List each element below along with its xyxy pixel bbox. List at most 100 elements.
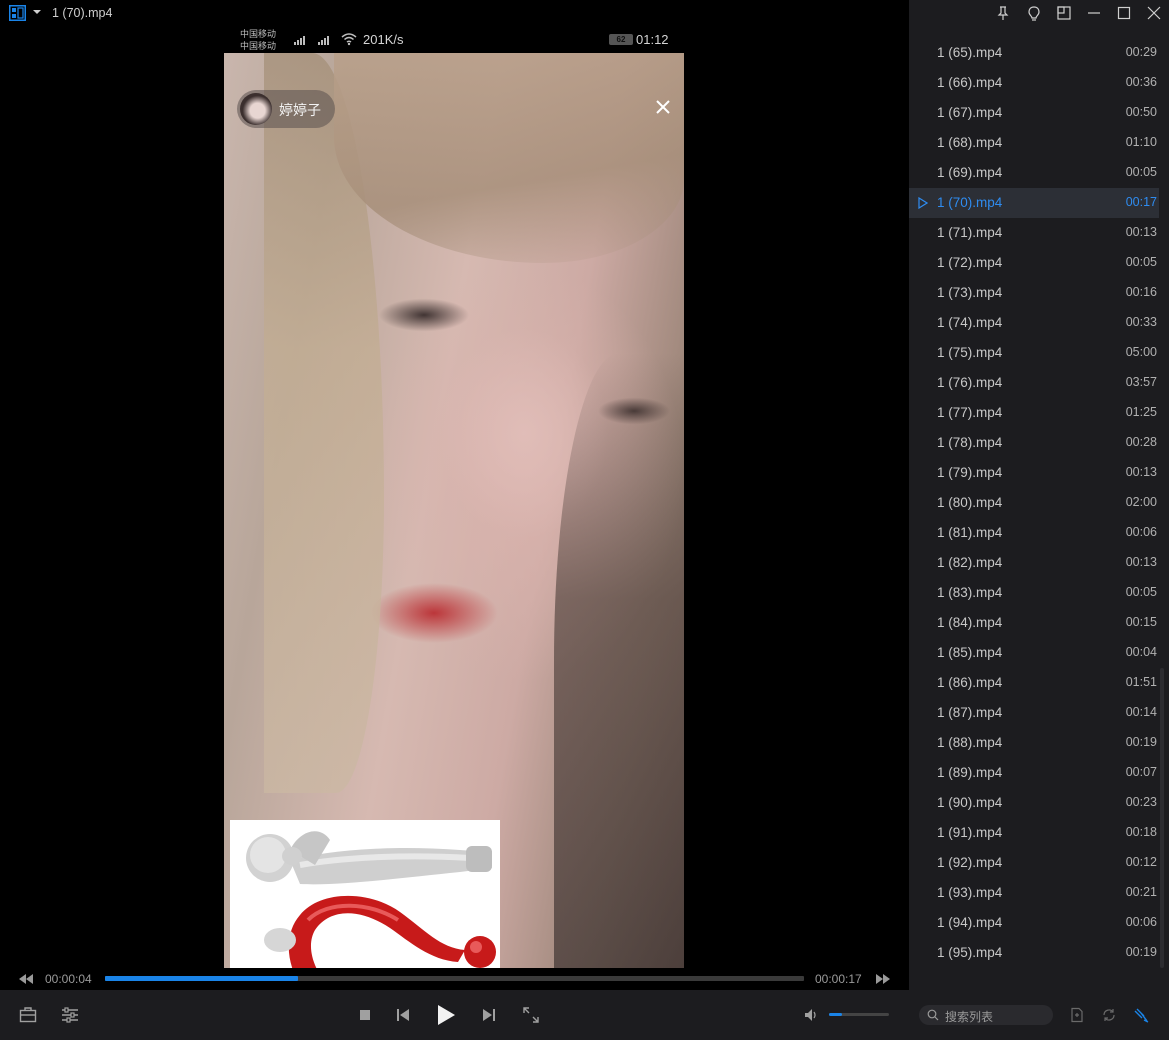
control-bar (0, 990, 909, 1040)
playlist-item[interactable]: 1 (75).mp4 05:00 (909, 338, 1159, 368)
avatar (240, 93, 272, 125)
play-icon[interactable] (436, 1004, 456, 1026)
playlist-item-name: 1 (93).mp4 (937, 885, 1003, 900)
battery-icon: 62 (609, 34, 633, 45)
playlist-item[interactable]: 1 (80).mp4 02:00 (909, 488, 1159, 518)
playlist-item-name: 1 (81).mp4 (937, 525, 1003, 540)
playlist-item[interactable]: 1 (68).mp4 01:10 (909, 128, 1159, 158)
playlist-item[interactable]: 1 (73).mp4 00:16 (909, 278, 1159, 308)
minimize-icon[interactable] (1086, 5, 1102, 21)
playlist-item[interactable]: 1 (70).mp4 00:17 (909, 188, 1159, 218)
playlist-item[interactable]: 1 (85).mp4 00:04 (909, 638, 1159, 668)
settings-sliders-icon[interactable] (61, 1006, 79, 1024)
playlist-item-duration: 00:06 (1125, 525, 1157, 539)
phone-clock: 01:12 (636, 32, 669, 47)
playlist-item-name: 1 (76).mp4 (937, 375, 1003, 390)
playlist-item[interactable]: 1 (91).mp4 00:18 (909, 818, 1159, 848)
playlist-item[interactable]: 1 (86).mp4 01:51 (909, 668, 1159, 698)
playlist-item-duration: 00:15 (1125, 615, 1157, 629)
window-controls (909, 0, 1169, 28)
playlist-item[interactable]: 1 (77).mp4 01:25 (909, 398, 1159, 428)
mini-mode-icon[interactable] (1056, 5, 1072, 21)
playlist-item-duration: 00:36 (1125, 75, 1157, 89)
playlist-item-name: 1 (65).mp4 (937, 45, 1003, 60)
playlist-item-name: 1 (88).mp4 (937, 735, 1003, 750)
playlist-item-name: 1 (73).mp4 (937, 285, 1003, 300)
close-icon (656, 100, 670, 114)
playlist-panel: 1 (65).mp4 00:29 1 (66).mp4 00:36 1 (67).mp4… (909, 0, 1169, 1040)
playlist-item[interactable]: 1 (93).mp4 00:21 (909, 878, 1159, 908)
fast-forward-icon[interactable] (875, 973, 891, 985)
seek-bar[interactable] (105, 976, 804, 981)
clear-list-icon[interactable] (1133, 1007, 1149, 1023)
playlist-item[interactable]: 1 (83).mp4 00:05 (909, 578, 1159, 608)
app-logo-icon[interactable] (9, 5, 26, 21)
playlist-item[interactable]: 1 (87).mp4 00:14 (909, 698, 1159, 728)
playlist-item[interactable]: 1 (88).mp4 00:19 (909, 728, 1159, 758)
playlist-item[interactable]: 1 (74).mp4 00:33 (909, 308, 1159, 338)
playlist-file-icon[interactable] (1069, 1007, 1085, 1023)
playlist-item-name: 1 (92).mp4 (937, 855, 1003, 870)
fullscreen-icon[interactable] (523, 1007, 539, 1023)
playlist-item[interactable]: 1 (95).mp4 00:19 (909, 938, 1159, 968)
playlist-scrollbar[interactable] (1159, 38, 1165, 968)
menu-dropdown-icon[interactable] (31, 6, 43, 18)
playlist-item-name: 1 (78).mp4 (937, 435, 1003, 450)
playlist-item-duration: 00:33 (1125, 315, 1157, 329)
previous-icon[interactable] (396, 1007, 410, 1023)
playlist-item-name: 1 (91).mp4 (937, 825, 1003, 840)
playlist-item-name: 1 (90).mp4 (937, 795, 1003, 810)
playlist-item[interactable]: 1 (72).mp4 00:05 (909, 248, 1159, 278)
playlist-item-name: 1 (82).mp4 (937, 555, 1003, 570)
playlist-item[interactable]: 1 (76).mp4 03:57 (909, 368, 1159, 398)
maximize-icon[interactable] (1116, 5, 1132, 21)
playlist-item[interactable]: 1 (71).mp4 00:13 (909, 218, 1159, 248)
playlist-item-duration: 00:28 (1125, 435, 1157, 449)
volume-slider[interactable] (829, 1013, 889, 1016)
playlist-item[interactable]: 1 (65).mp4 00:29 (909, 38, 1159, 68)
playlist-item-duration: 00:21 (1125, 885, 1157, 899)
toolbox-icon[interactable] (19, 1006, 37, 1024)
playlist-item[interactable]: 1 (84).mp4 00:15 (909, 608, 1159, 638)
stop-icon[interactable] (359, 1009, 371, 1021)
skin-icon[interactable] (1026, 5, 1042, 21)
playlist-item-duration: 05:00 (1125, 345, 1157, 359)
playlist-item-name: 1 (89).mp4 (937, 765, 1003, 780)
video-frame-image: 婷婷子 (224, 53, 684, 968)
next-icon[interactable] (482, 1007, 496, 1023)
playlist: 1 (65).mp4 00:29 1 (66).mp4 00:36 1 (67).mp4… (909, 38, 1159, 968)
playlist-item[interactable]: 1 (81).mp4 00:06 (909, 518, 1159, 548)
seek-bar-fill (105, 976, 298, 981)
playlist-item-duration: 00:06 (1125, 915, 1157, 929)
search-icon (927, 1009, 939, 1021)
volume-icon[interactable] (803, 1007, 819, 1023)
playlist-item[interactable]: 1 (92).mp4 00:12 (909, 848, 1159, 878)
playlist-item[interactable]: 1 (78).mp4 00:28 (909, 428, 1159, 458)
playlist-item[interactable]: 1 (69).mp4 00:05 (909, 158, 1159, 188)
playlist-item-duration: 00:07 (1125, 765, 1157, 779)
playlist-item[interactable]: 1 (66).mp4 00:36 (909, 68, 1159, 98)
playlist-item-name: 1 (72).mp4 (937, 255, 1003, 270)
loop-icon[interactable] (1101, 1007, 1117, 1023)
question-mark-figure-image (230, 820, 500, 968)
playlist-item-duration: 01:25 (1125, 405, 1157, 419)
playlist-item[interactable]: 1 (67).mp4 00:50 (909, 98, 1159, 128)
playlist-item-name: 1 (80).mp4 (937, 495, 1003, 510)
total-time: 00:00:17 (815, 972, 862, 986)
playlist-item[interactable]: 1 (90).mp4 00:23 (909, 788, 1159, 818)
playlist-item[interactable]: 1 (79).mp4 00:13 (909, 458, 1159, 488)
playlist-item-name: 1 (87).mp4 (937, 705, 1003, 720)
rewind-icon[interactable] (18, 973, 34, 985)
playlist-item[interactable]: 1 (89).mp4 00:07 (909, 758, 1159, 788)
pin-icon[interactable] (995, 5, 1011, 21)
playlist-item-name: 1 (94).mp4 (937, 915, 1003, 930)
scrollbar-thumb[interactable] (1160, 668, 1164, 968)
now-playing-icon (918, 197, 928, 209)
playlist-item[interactable]: 1 (94).mp4 00:06 (909, 908, 1159, 938)
video-viewport[interactable]: 中国移动 中国移动 201K/s 62 01:12 婷婷子 (224, 26, 684, 968)
playlist-item-duration: 00:23 (1125, 795, 1157, 809)
playlist-item[interactable]: 1 (82).mp4 00:13 (909, 548, 1159, 578)
close-icon[interactable] (1146, 5, 1162, 21)
search-input[interactable]: 搜索列表 (919, 1005, 1053, 1025)
streamer-name: 婷婷子 (279, 102, 321, 118)
